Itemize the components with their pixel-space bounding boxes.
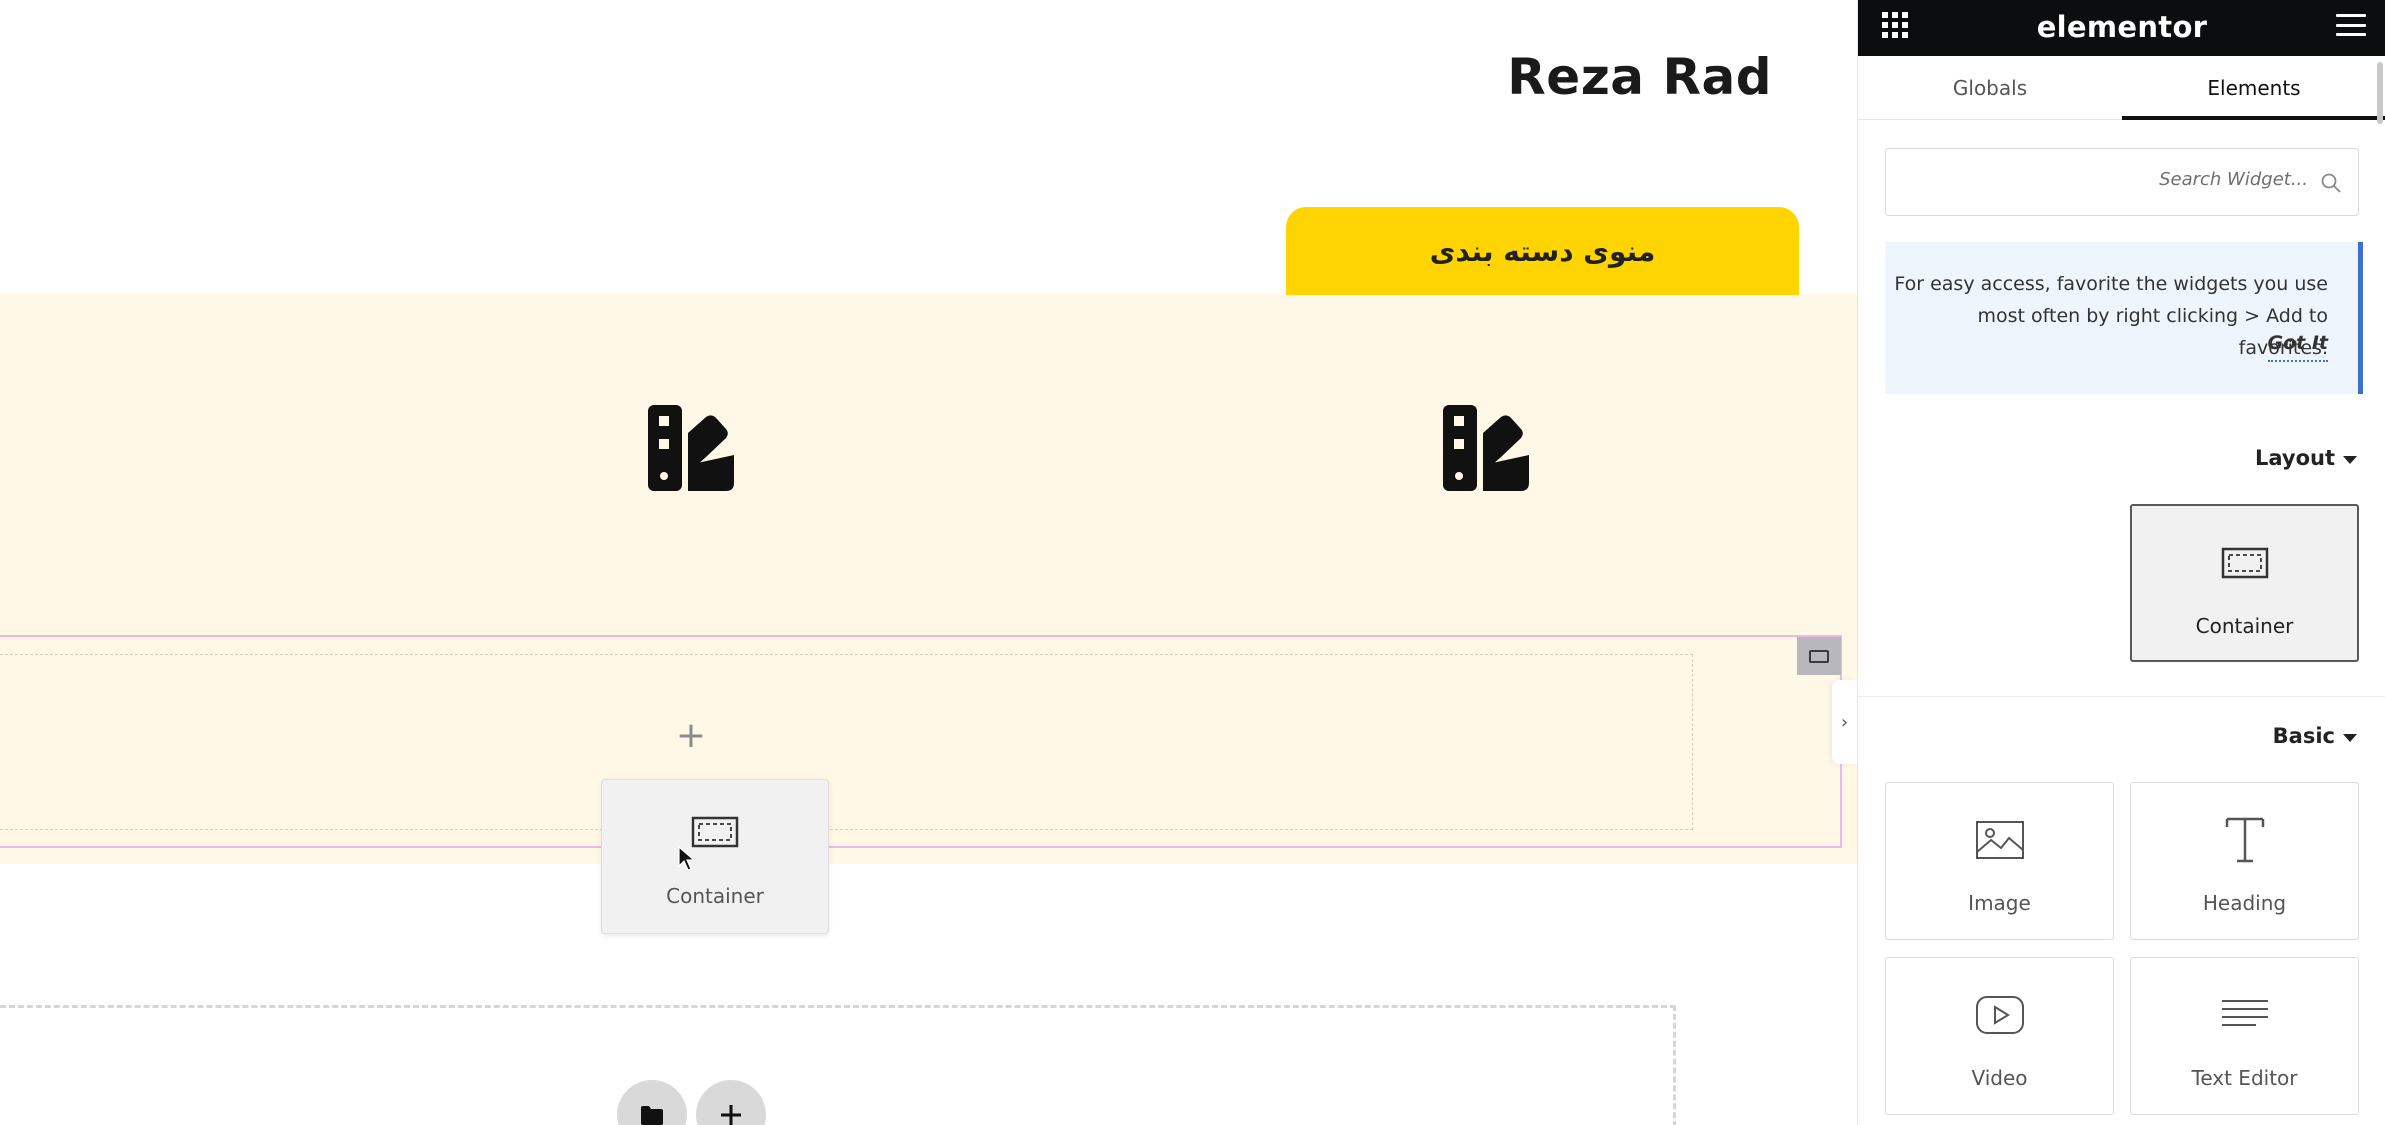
search-icon (2321, 173, 2341, 193)
container-icon (1809, 649, 1829, 663)
plus-icon (721, 1105, 741, 1125)
widget-image[interactable]: Image (1885, 782, 2114, 940)
elementor-logo: elementor (2036, 10, 2208, 44)
add-widget-plus-icon[interactable]: + (675, 718, 707, 754)
image-icon (1975, 821, 2024, 859)
widget-label: Video (1971, 1066, 2028, 1090)
notice-text: For easy access, favorite the widgets yo… (1894, 273, 2328, 359)
category-menu-tab[interactable]: منوی دسته بندی (1286, 207, 1799, 295)
got-it-link[interactable]: Got It (2267, 332, 2328, 362)
basic-category-toggle[interactable]: Basic (2273, 724, 2357, 748)
tab-globals[interactable]: Globals (1858, 56, 2122, 119)
tab-elements[interactable]: Elements (2122, 56, 2385, 120)
editor-canvas[interactable]: Reza Rad منوی دسته بندی + Container › (0, 0, 1857, 1125)
caret-down-icon (2343, 455, 2357, 464)
basic-category-title: Basic (2272, 724, 2335, 748)
widget-video[interactable]: Video (1885, 957, 2114, 1115)
section-divider (1858, 696, 2385, 697)
widget-label: Image (1968, 891, 2031, 915)
container-inner-placeholder[interactable] (0, 654, 1693, 830)
container-handle-button[interactable] (1797, 637, 1841, 675)
panel-scrollbar[interactable] (2377, 62, 2383, 124)
swatchbook-icon[interactable] (646, 403, 736, 493)
container-icon (691, 816, 739, 848)
caret-down-icon (2343, 733, 2357, 742)
heading-icon (2225, 817, 2264, 863)
elementor-panel: elementor Globals Elements Search Widget… (1857, 0, 2385, 1125)
favorites-notice: For easy access, favorite the widgets yo… (1885, 242, 2363, 394)
mouse-cursor-icon (678, 846, 696, 871)
hamburger-menu-icon[interactable] (2336, 14, 2366, 36)
widget-heading[interactable]: Heading (2130, 782, 2359, 940)
panel-tabs: Globals Elements (1858, 56, 2385, 120)
text-editor-icon (2221, 1000, 2268, 1026)
widget-text-editor[interactable]: Text Editor (2130, 957, 2359, 1115)
search-widget-input[interactable]: Search Widget... (1885, 148, 2359, 216)
widget-container[interactable]: Container (2130, 504, 2359, 662)
dragged-widget-card[interactable]: Container (601, 779, 829, 934)
site-title: Reza Rad (1507, 48, 1772, 106)
widget-label: Text Editor (2191, 1066, 2298, 1090)
chevron-right-icon: › (1840, 711, 1849, 733)
video-icon (1975, 996, 2024, 1034)
panel-toggle-button[interactable]: › (1832, 680, 1857, 764)
widget-label: Heading (2202, 891, 2287, 915)
layout-category-title: Layout (2254, 446, 2335, 470)
search-placeholder: Search Widget... (2159, 169, 2308, 190)
container-icon (2221, 547, 2268, 579)
panel-header: elementor (1858, 0, 2385, 56)
empty-section-dropzone[interactable] (0, 1005, 1676, 1125)
swatchbook-icon[interactable] (1441, 403, 1531, 493)
folder-icon (641, 1106, 663, 1125)
dragged-widget-label: Container (666, 884, 764, 908)
widget-label: Container (2195, 614, 2294, 638)
layout-category-toggle[interactable]: Layout (2255, 446, 2357, 470)
